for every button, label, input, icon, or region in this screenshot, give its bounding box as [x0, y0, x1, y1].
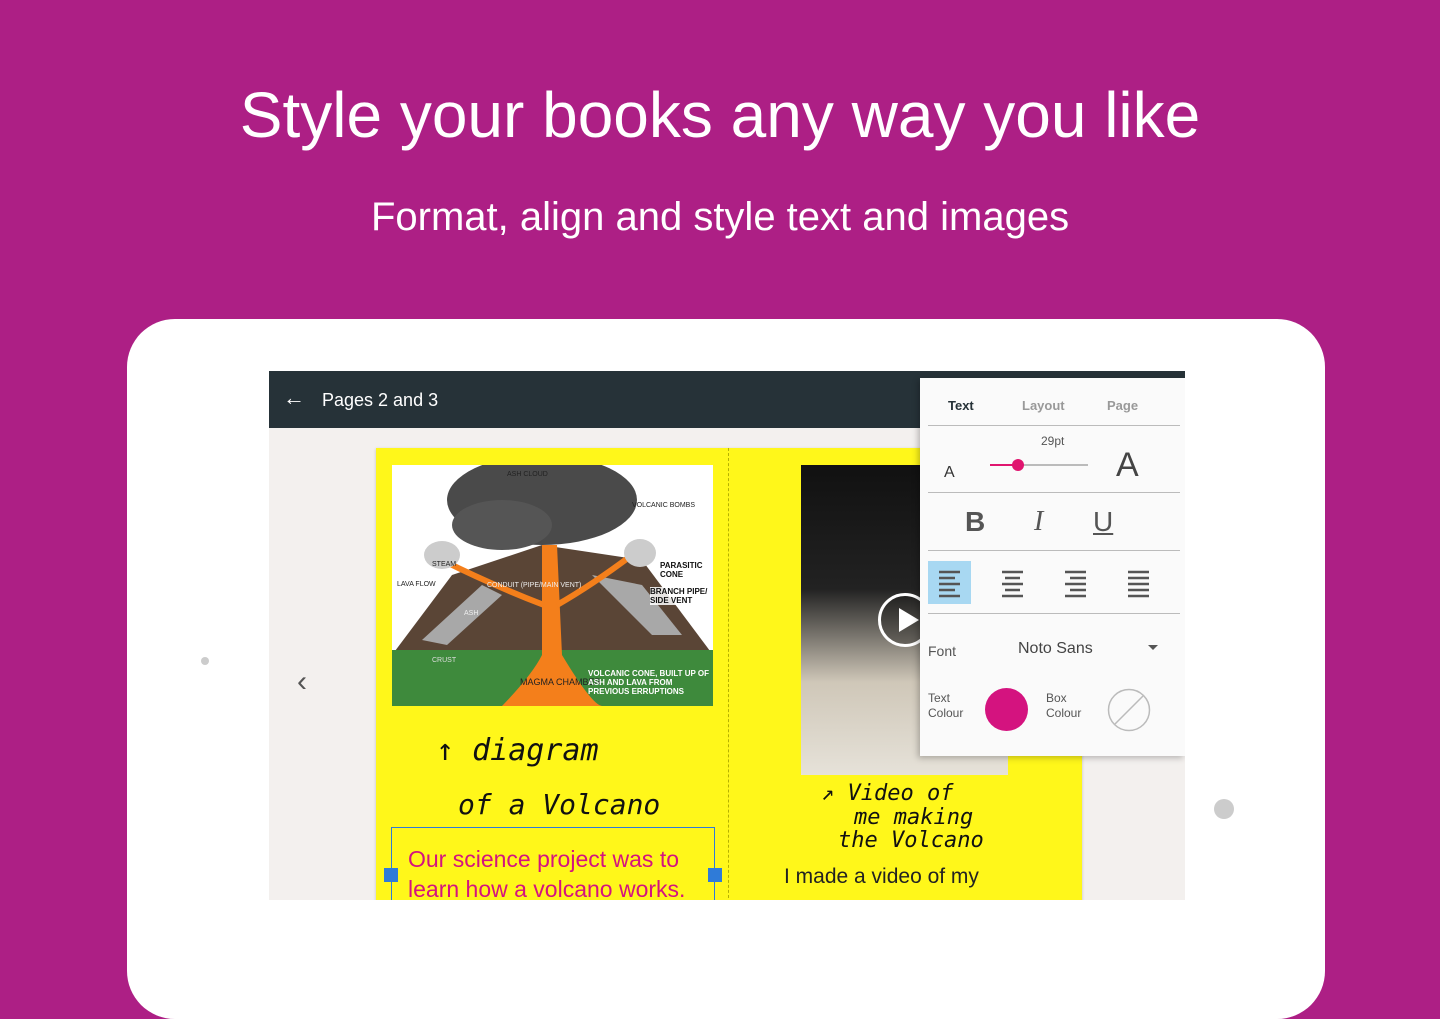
align-justify-icon — [1128, 570, 1149, 598]
handwriting-video-of: ↗ Video of — [821, 781, 954, 806]
tablet-home-button — [1214, 799, 1234, 819]
label-lava-flow: LAVA FLOW — [397, 581, 436, 588]
divider — [928, 492, 1180, 493]
align-justify-button[interactable] — [1117, 561, 1160, 609]
divider — [928, 613, 1180, 614]
handwriting-the-volcano: the Volcano — [838, 828, 984, 853]
toolbar-title: Pages 2 and 3 — [322, 390, 439, 410]
label-conduit: CONDUIT (PIPE/MAIN VENT) — [487, 582, 581, 589]
label-volcanic-cone: VOLCANIC CONE, BUILT UP OF ASH AND LAVA … — [588, 669, 710, 696]
resize-handle-right[interactable] — [708, 868, 722, 882]
arrow-left-icon[interactable]: ← — [283, 385, 305, 411]
italic-button[interactable]: I — [1034, 506, 1043, 538]
tab-text[interactable]: Text — [948, 398, 974, 413]
font-size-slider[interactable] — [990, 459, 1088, 471]
font-dropdown[interactable]: Noto Sans — [1018, 640, 1158, 664]
label-steam: STEAM — [432, 561, 456, 568]
label-parasitic-cone: PARASITIC CONE — [660, 561, 712, 579]
divider — [928, 550, 1180, 551]
page-text[interactable]: I made a video of my — [784, 865, 979, 889]
align-center-button[interactable] — [991, 561, 1034, 609]
handwriting-of-a-volcano: of a Volcano — [458, 788, 661, 821]
volcano-diagram-container: ASH CLOUD VOLCANIC BOMBS STEAM LAVA FLOW… — [392, 465, 713, 706]
subheadline: Format, align and style text and images — [370, 195, 1070, 239]
label-crust: CRUST — [432, 657, 457, 664]
tab-page[interactable]: Page — [1107, 398, 1138, 413]
slider-thumb[interactable] — [1012, 459, 1025, 471]
font-label: Font — [928, 643, 957, 659]
page-fold — [728, 448, 729, 900]
font-value: Noto Sans — [1018, 640, 1093, 657]
align-center-icon — [1002, 570, 1023, 598]
handwriting-diagram: ↑ diagram — [436, 733, 599, 768]
underline-button[interactable]: U — [1093, 506, 1113, 538]
headline: Style your books any way you like — [239, 79, 1201, 151]
text-box-content[interactable]: Our science project was to learn how a v… — [408, 846, 685, 900]
selected-text-box[interactable]: Our science project was to learn how a v… — [384, 827, 722, 900]
align-right-icon — [1065, 570, 1086, 598]
large-a-icon: A — [1116, 446, 1139, 484]
chevron-left-icon[interactable]: ‹ — [297, 665, 307, 699]
bold-button[interactable]: B — [965, 506, 985, 538]
label-volcanic-bombs: VOLCANIC BOMBS — [632, 502, 695, 509]
align-right-button[interactable] — [1054, 561, 1097, 609]
tab-layout[interactable]: Layout — [1022, 398, 1065, 413]
resize-handle-left[interactable] — [384, 868, 398, 882]
divider — [928, 425, 1180, 426]
small-a-icon: A — [944, 464, 955, 481]
label-ash-cloud: ASH CLOUD — [507, 471, 548, 478]
font-size-value: 29pt — [1041, 434, 1065, 448]
align-left-icon — [939, 570, 960, 598]
format-panel: Text Layout Page 29pt A A B I U Font Not… — [920, 378, 1185, 756]
text-colour-label: Text Colour — [928, 691, 964, 720]
box-colour-label: Box Colour — [1046, 691, 1082, 720]
align-left-button[interactable] — [928, 561, 971, 604]
dropdown-arrow-icon — [1148, 645, 1158, 650]
label-ash: ASH — [464, 610, 478, 617]
text-colour-swatch[interactable] — [985, 688, 1028, 731]
tablet-camera — [201, 657, 209, 665]
label-branch-pipe: BRANCH PIPE/ SIDE VENT — [650, 587, 712, 605]
app-screen: ← Pages 2 and 3 ‹ ASH CLOUD VOLCANIC BOM… — [269, 371, 1185, 900]
handwriting-me-making: me making — [854, 805, 974, 830]
no-colour-icon[interactable] — [1107, 688, 1151, 732]
